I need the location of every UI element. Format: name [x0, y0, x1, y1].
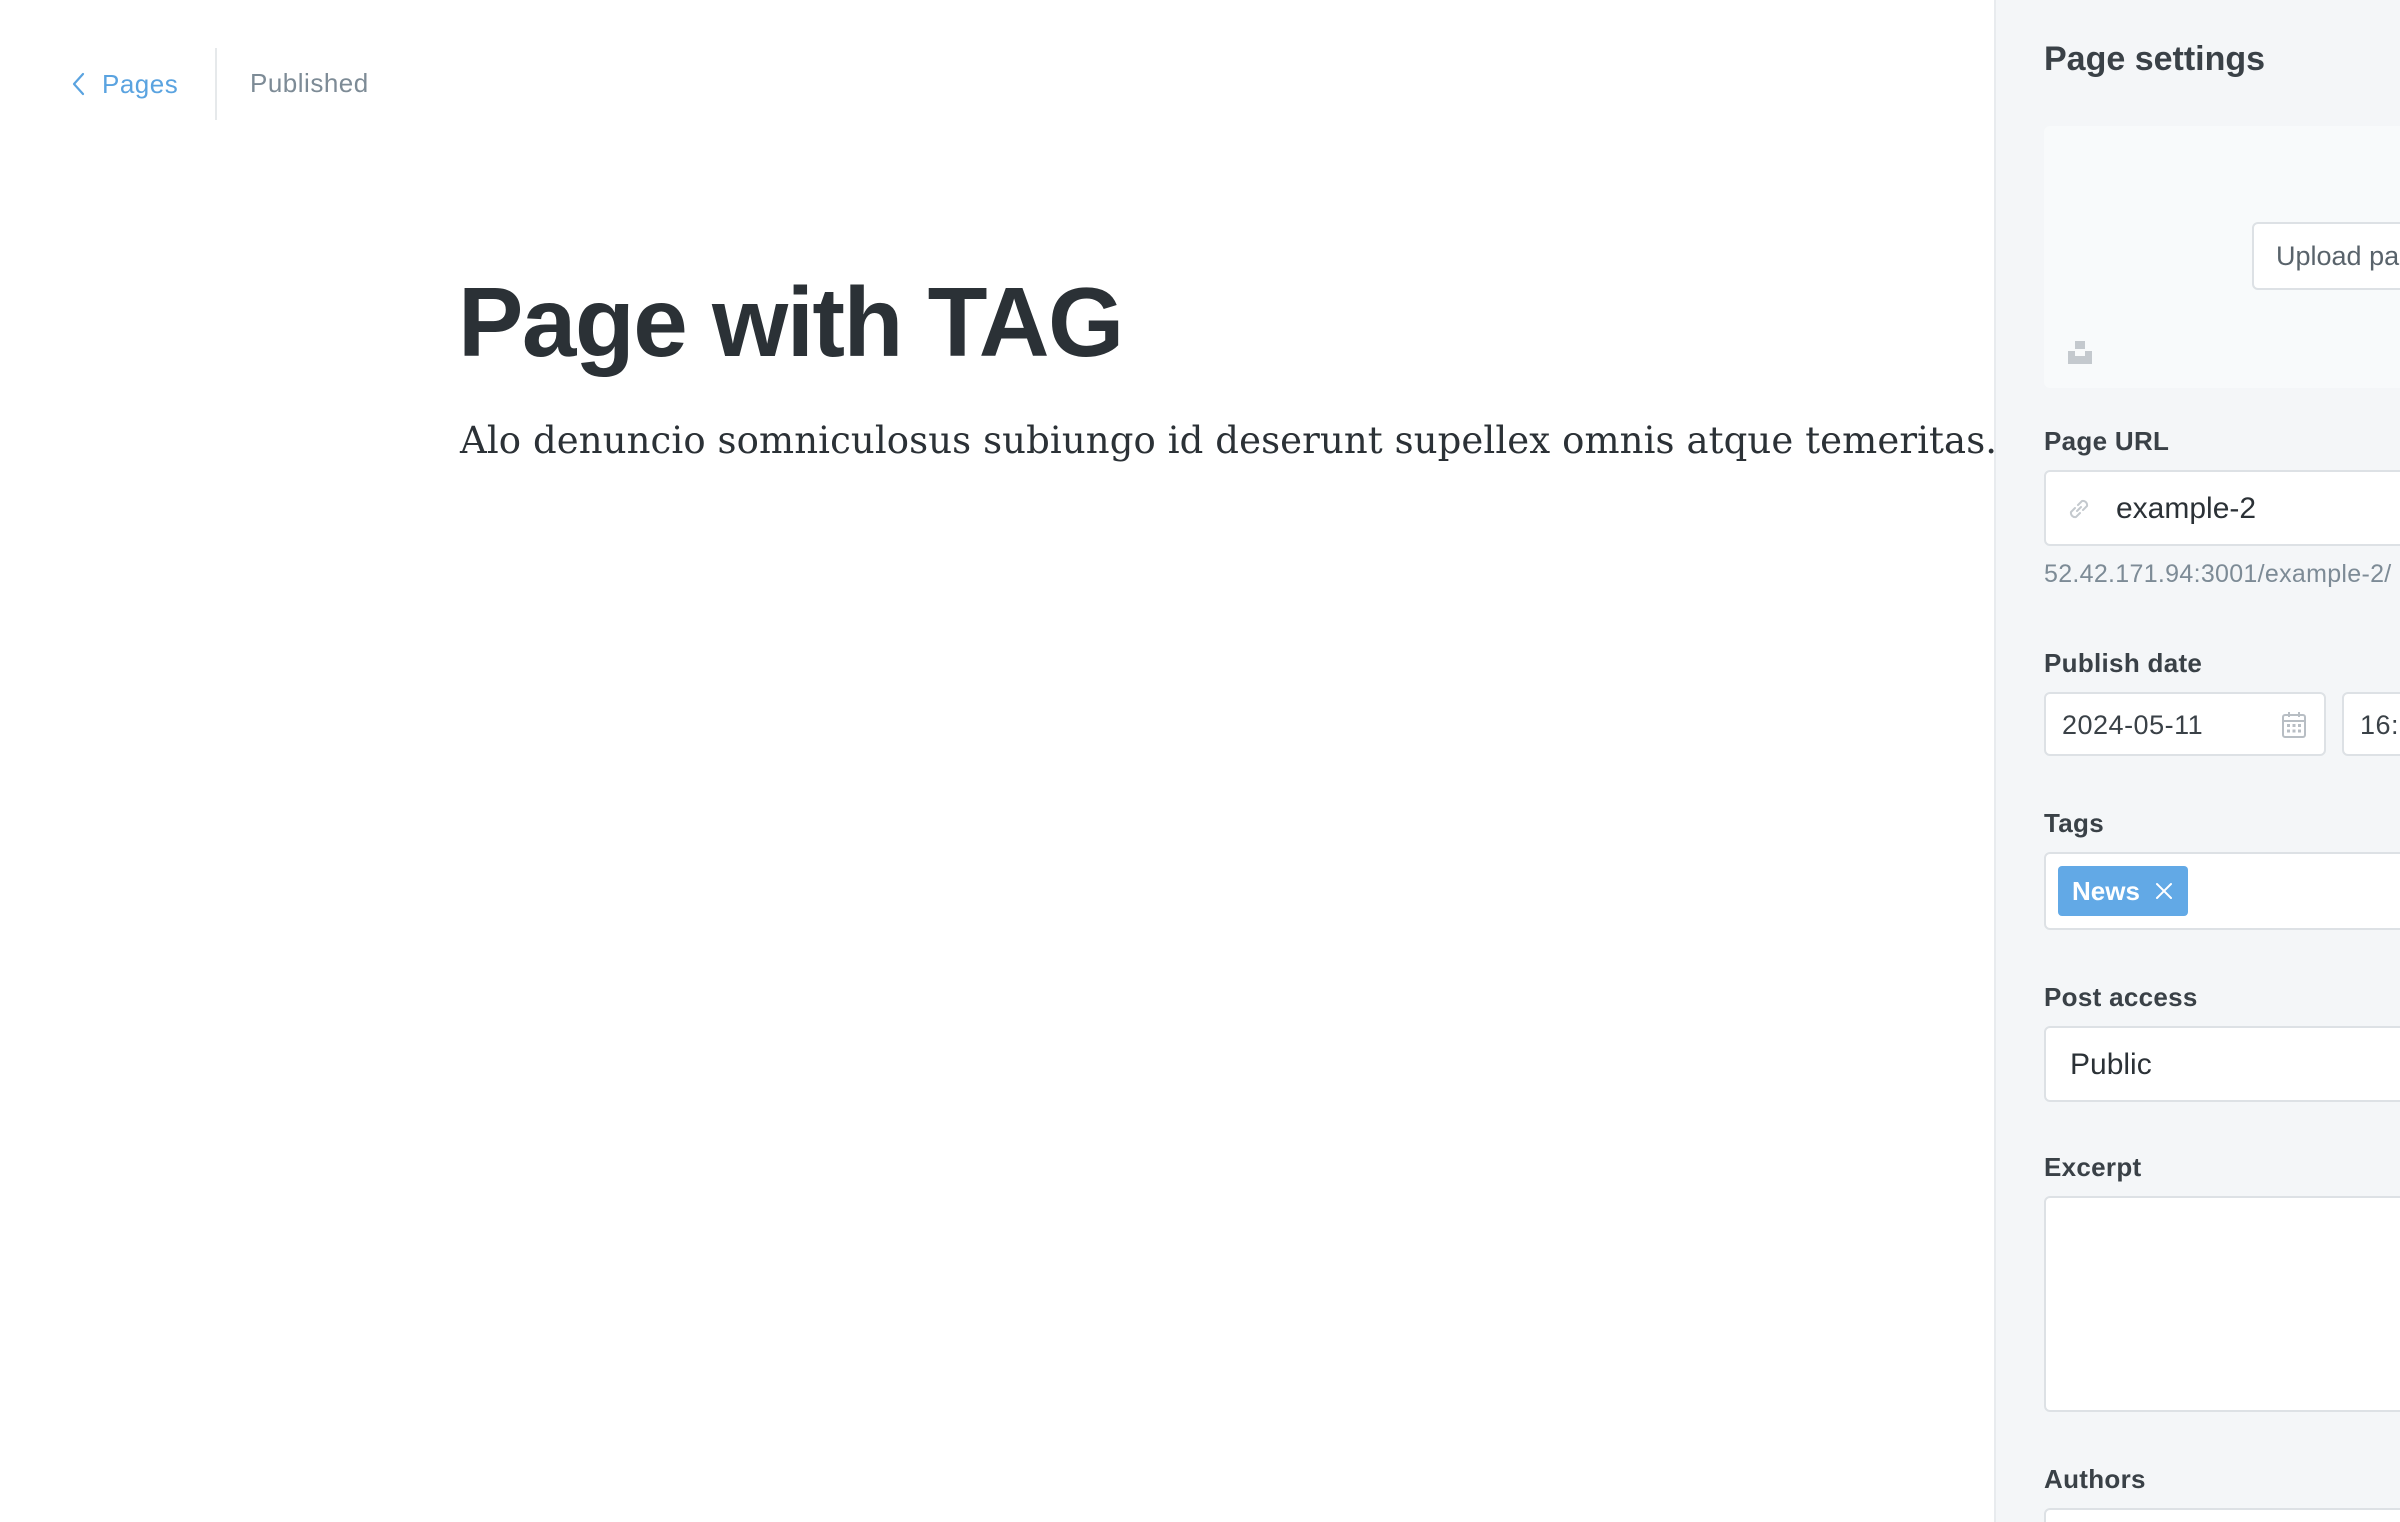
publish-time-input[interactable]: 16:34: [2342, 692, 2400, 756]
settings-title: Page settings: [2044, 40, 2266, 78]
back-to-pages-link[interactable]: Pages: [68, 64, 178, 104]
editor-topbar: Pages Published: [0, 0, 1994, 170]
page-image-dropzone[interactable]: Upload page image: [2044, 126, 2400, 388]
publish-date-label: Publish date: [2044, 648, 2203, 678]
page-url-preview: 52.42.171.94:3001/example-2/: [2044, 560, 2392, 588]
link-icon: [2069, 499, 2089, 519]
page-url-field[interactable]: example-2: [2044, 470, 2400, 546]
authors-label: Authors: [2044, 1464, 2146, 1494]
tag-chip-news[interactable]: News: [2058, 866, 2188, 916]
publish-status: Published: [250, 68, 369, 98]
upload-page-image-button[interactable]: Upload page image: [2252, 222, 2400, 290]
unsplash-icon[interactable]: [2066, 338, 2094, 366]
back-link-label: Pages: [102, 68, 179, 99]
excerpt-label: Excerpt: [2044, 1152, 2142, 1182]
close-icon[interactable]: [2154, 881, 2174, 901]
post-access-value: Public: [2070, 1048, 2152, 1081]
settings-panel: Page settings Upload page image Page URL…: [1994, 0, 2400, 1522]
page-url-value: example-2: [2116, 492, 2257, 525]
post-title[interactable]: Page with TAG: [458, 262, 1124, 382]
page-url-label: Page URL: [2044, 426, 2170, 456]
tag-chip-label: News: [2072, 875, 2140, 906]
editor-area: Pages Published Page with TAG Alo denunc…: [0, 0, 1997, 1522]
calendar-icon[interactable]: [2280, 710, 2308, 740]
topbar-divider: [215, 48, 217, 120]
post-access-label: Post access: [2044, 982, 2198, 1012]
publish-date-input[interactable]: 2024-05-11: [2044, 692, 2326, 756]
post-access-select[interactable]: Public: [2044, 1026, 2400, 1102]
post-body[interactable]: Alo denuncio somniculosus subiungo id de…: [460, 414, 1997, 468]
tags-label: Tags: [2044, 808, 2104, 838]
publish-date-value: 2024-05-11: [2062, 710, 2204, 740]
chevron-left-icon: [72, 72, 85, 96]
publish-time-value: 16:34: [2360, 710, 2400, 740]
authors-input[interactable]: [2044, 1508, 2400, 1522]
tags-input[interactable]: News: [2044, 852, 2400, 930]
excerpt-textarea[interactable]: [2044, 1196, 2400, 1412]
